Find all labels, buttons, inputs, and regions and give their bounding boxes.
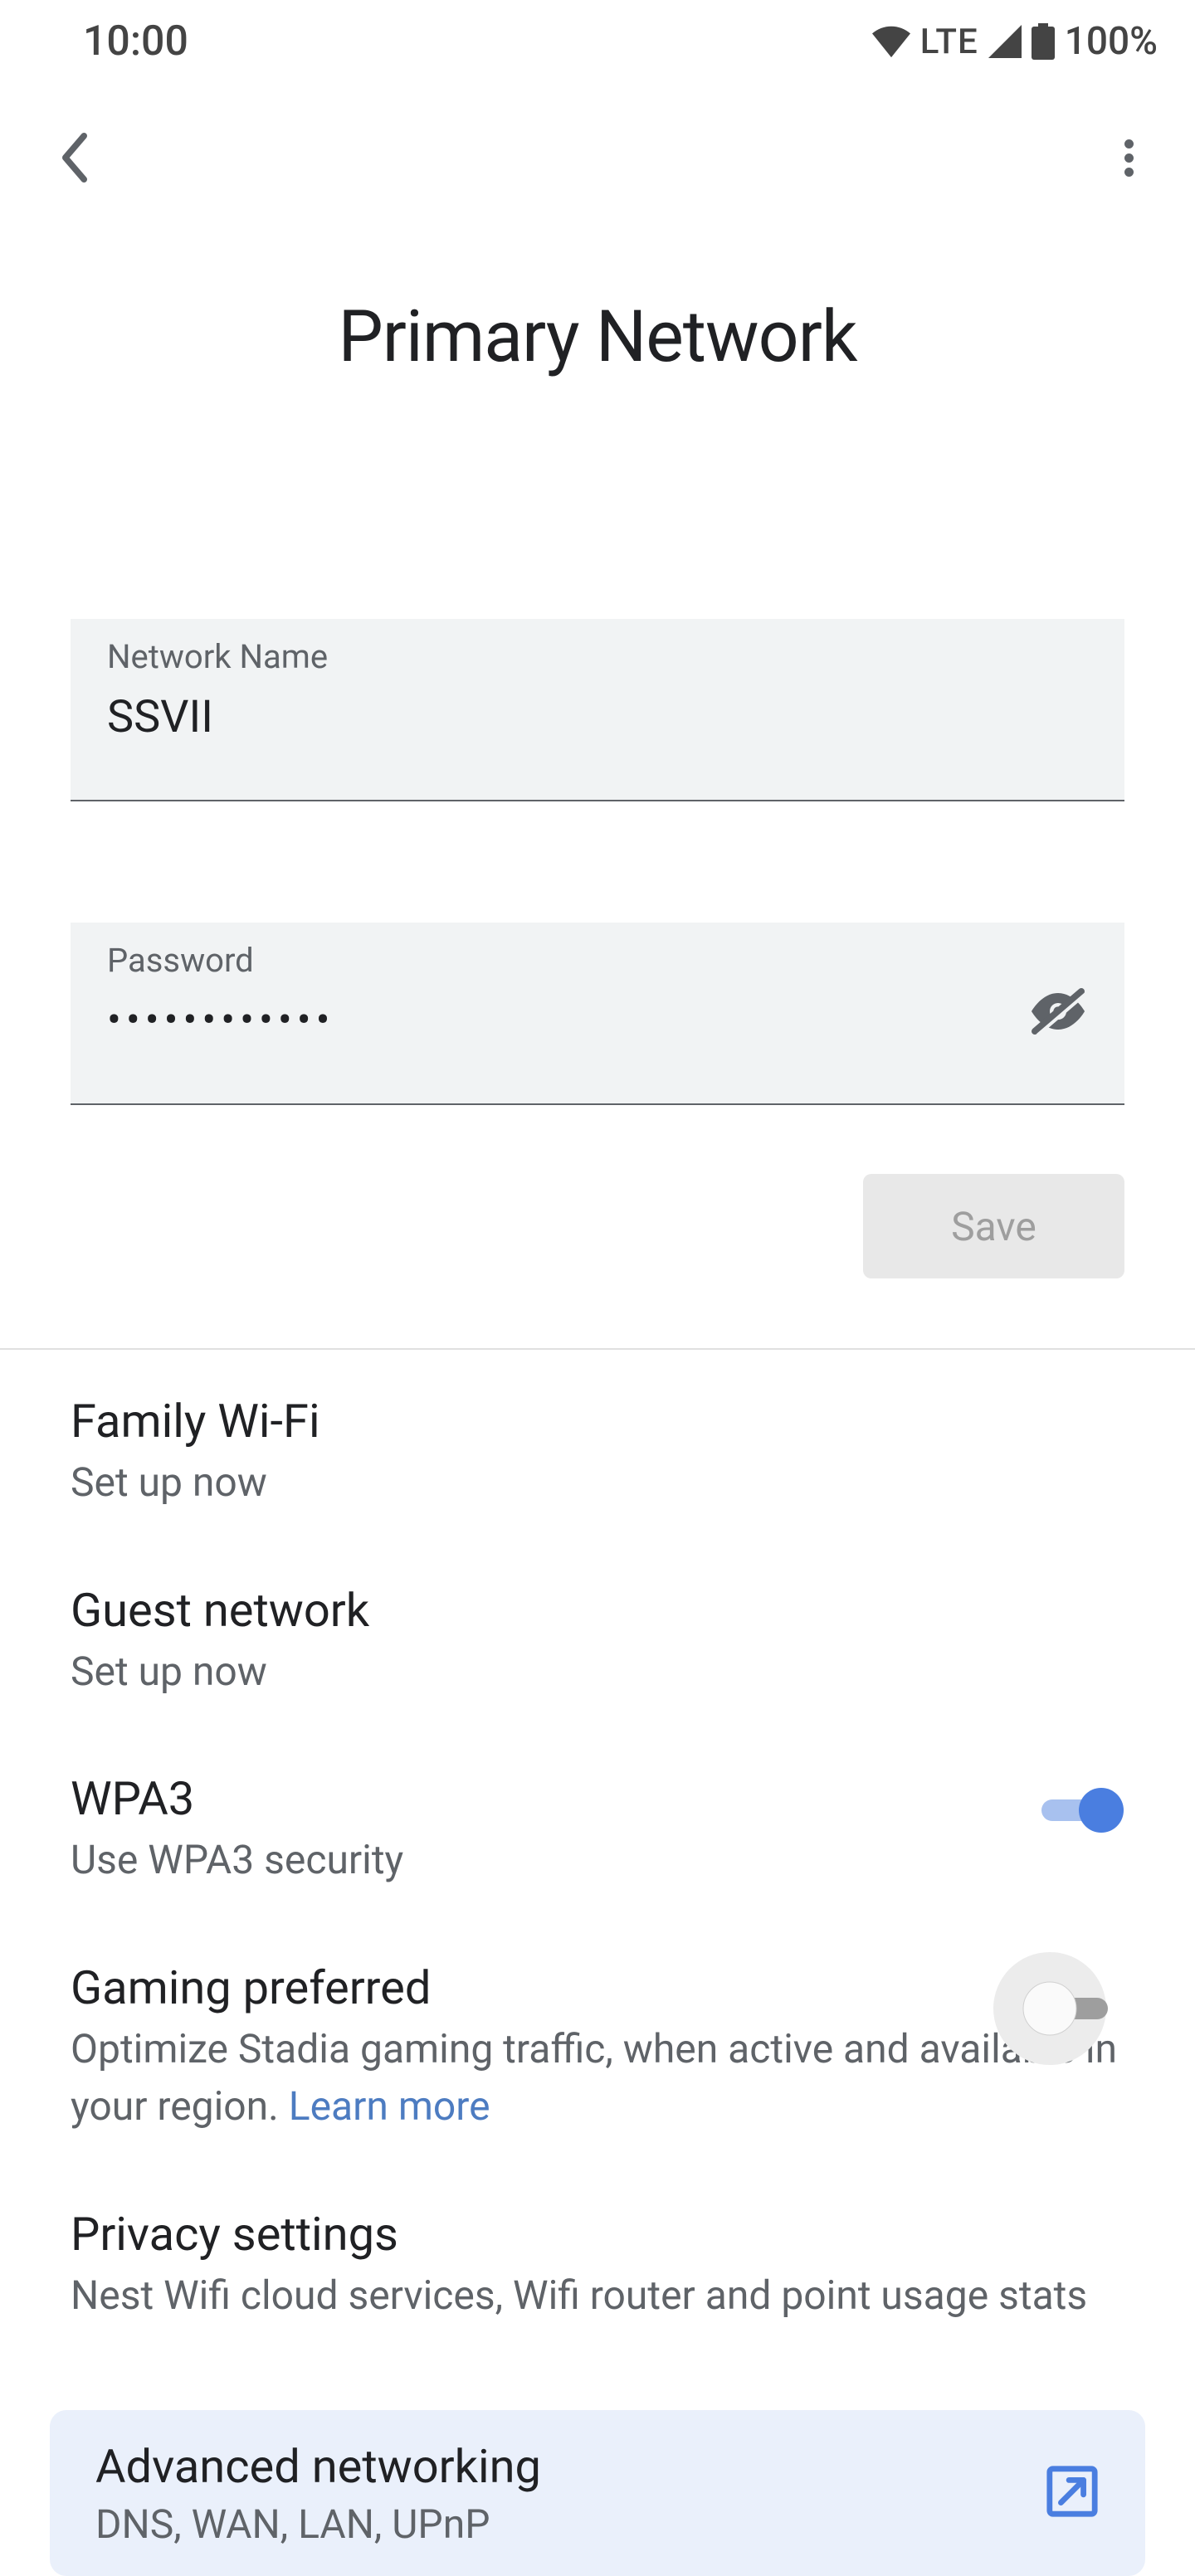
advanced-networking-subtitle: DNS, WAN, LAN, UPnP [95, 2501, 541, 2548]
back-button[interactable] [58, 133, 91, 183]
guest-network-item[interactable]: Guest network Set up now [71, 1583, 1124, 1701]
wifi-icon [872, 25, 910, 58]
password-label: Password [107, 941, 1088, 980]
wpa3-title: WPA3 [71, 1771, 992, 1826]
network-name-label: Network Name [107, 637, 1088, 676]
toggle-off-icon [992, 1950, 1124, 2067]
save-button[interactable]: Save [863, 1174, 1124, 1278]
kebab-dot-icon [1124, 139, 1134, 149]
privacy-settings-title: Privacy settings [71, 2207, 1124, 2262]
kebab-dot-icon [1124, 153, 1134, 163]
status-right: LTE 100% [872, 19, 1158, 64]
family-wifi-item[interactable]: Family Wi-Fi Set up now [71, 1394, 1124, 1512]
learn-more-link[interactable]: Learn more [289, 2082, 490, 2130]
guest-network-subtitle: Set up now [71, 1643, 1124, 1701]
status-battery-percent: 100% [1065, 19, 1158, 64]
kebab-dot-icon [1124, 168, 1134, 177]
password-field[interactable]: Password •••••••••••• [71, 923, 1124, 1105]
save-button-label: Save [951, 1203, 1036, 1250]
wpa3-toggle[interactable] [1033, 1781, 1124, 1843]
battery-icon [1032, 23, 1055, 60]
family-wifi-title: Family Wi-Fi [71, 1394, 1124, 1449]
wpa3-subtitle: Use WPA3 security [71, 1831, 992, 1889]
status-bar: 10:00 LTE 100% [0, 0, 1195, 83]
gaming-preferred-item[interactable]: Gaming preferred Optimize Stadia gaming … [71, 1960, 1124, 2135]
wpa3-item[interactable]: WPA3 Use WPA3 security [71, 1771, 1124, 1889]
toggle-password-visibility-button[interactable] [1028, 986, 1088, 1040]
page-title: Primary Network [0, 295, 1195, 378]
app-bar [0, 108, 1195, 207]
family-wifi-subtitle: Set up now [71, 1454, 1124, 1512]
toggle-on-icon [1033, 1781, 1124, 1839]
network-name-value: SSVII [107, 691, 1088, 743]
gaming-preferred-title: Gaming preferred [71, 1960, 967, 2015]
password-value: •••••••••••• [107, 996, 1088, 1045]
settings-list: Family Wi-Fi Set up now Guest network Se… [71, 1394, 1124, 2325]
signal-icon [988, 25, 1022, 58]
eye-off-icon [1028, 986, 1088, 1036]
open-external-icon [1045, 2464, 1100, 2522]
privacy-settings-item[interactable]: Privacy settings Nest Wifi cloud service… [71, 2207, 1124, 2325]
divider [0, 1348, 1195, 1350]
status-lte-label: LTE [920, 22, 978, 62]
more-options-button[interactable] [1104, 116, 1154, 199]
advanced-networking-title: Advanced networking [95, 2439, 541, 2494]
advanced-networking-card[interactable]: Advanced networking DNS, WAN, LAN, UPnP [50, 2410, 1145, 2576]
gaming-preferred-subtitle: Optimize Stadia gaming traffic, when act… [71, 2020, 1124, 2135]
gaming-preferred-toggle[interactable] [992, 1950, 1124, 2070]
guest-network-title: Guest network [71, 1583, 1124, 1638]
privacy-settings-subtitle: Nest Wifi cloud services, Wifi router an… [71, 2267, 1124, 2325]
status-time: 10:00 [83, 17, 188, 66]
network-name-field[interactable]: Network Name SSVII [71, 619, 1124, 801]
